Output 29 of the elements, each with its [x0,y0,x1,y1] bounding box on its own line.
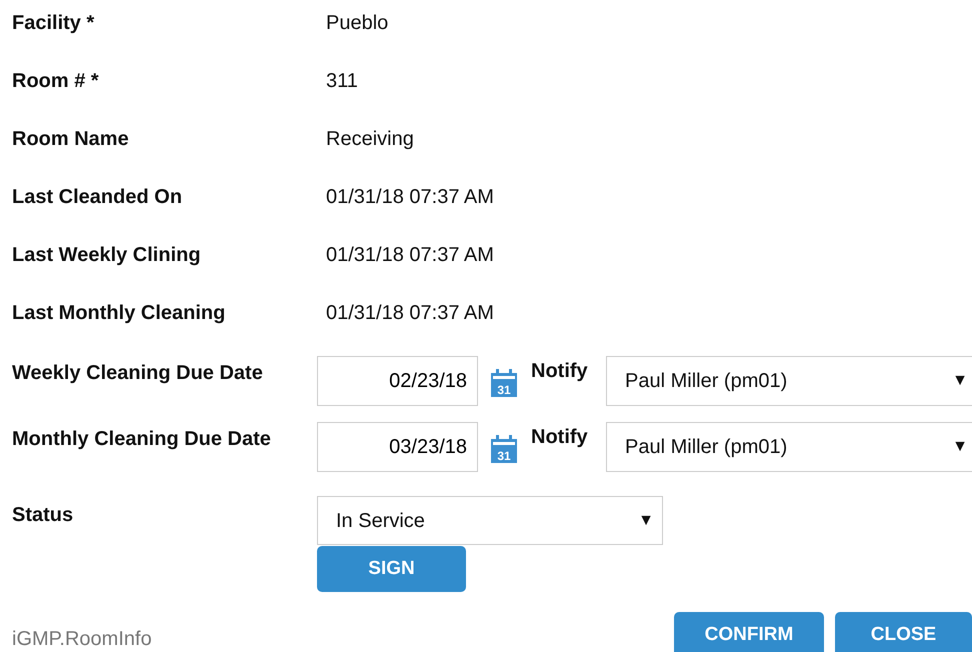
date-field[interactable]: 02/23/18 [317,356,478,406]
sign-button[interactable]: SIGN [317,546,466,592]
field-value: 01/31/18 07:37 AM [325,243,494,268]
field-value: Receiving [325,127,414,152]
field-label: Room # * [12,69,100,94]
field-label: Facility * [12,11,96,36]
field-label: Last Monthly Cleaning [12,301,226,326]
field-label: Last Cleanded On [12,185,184,210]
date-field[interactable]: 03/23/18 [317,422,478,472]
field-value: Pueblo [325,11,388,36]
field-value: 01/31/18 07:37 AM [325,301,494,326]
field-label: Monthly Cleaning Due Date [12,427,272,452]
form-id-label: iGMP.RoomInfo [12,627,152,652]
notify-label: Notify [531,425,589,450]
close-button[interactable]: CLOSE [835,612,972,652]
status-select[interactable]: In Service ▼ [317,496,663,545]
caret-icon: ▼ [952,435,968,459]
field-label: Last Weekly Clining [12,243,202,268]
field-value: 01/31/18 07:37 AM [325,185,494,210]
caret-icon: ▼ [638,508,654,532]
caret-icon: ▼ [952,369,968,393]
field-label: Status [12,503,74,528]
notify-select[interactable]: Paul Miller (pm01) ▼ [606,422,972,472]
field-value: 311 [325,69,358,94]
field-label: Room Name [12,127,130,152]
field-label: Weekly Cleaning Due Date [12,361,264,386]
notify-label: Notify [531,359,589,384]
confirm-button[interactable]: CONFIRM [674,612,824,652]
notify-select[interactable]: Paul Miller (pm01) ▼ [606,356,972,406]
